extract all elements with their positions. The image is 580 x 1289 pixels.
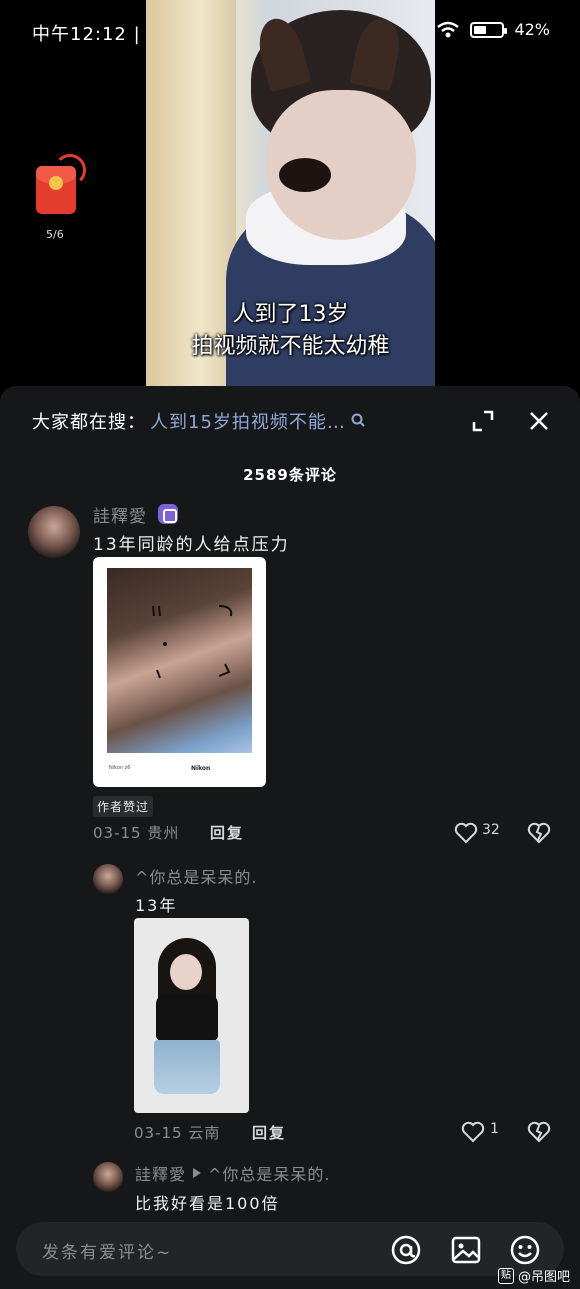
comment-image-photo: [107, 568, 252, 753]
like-icon-2[interactable]: [461, 1121, 485, 1143]
close-icon[interactable]: [528, 410, 550, 432]
reply-image-skirt: [154, 1040, 220, 1094]
reply-avatar-2[interactable]: [93, 1162, 123, 1192]
reply-image-shirt: [156, 994, 218, 1040]
avatar[interactable]: [28, 506, 80, 558]
comment-username[interactable]: 詿釋愛: [93, 502, 147, 527]
reply-header: 詿釋愛 ^你总是呆呆的.: [135, 1161, 331, 1185]
comment-input[interactable]: 发条有爱评论~: [16, 1222, 564, 1276]
red-packet-seal: [49, 176, 63, 190]
like-count-2: 1: [490, 1121, 499, 1137]
reply-arrow-icon: [193, 1168, 202, 1178]
reply-button[interactable]: 回复: [210, 822, 244, 843]
search-icon[interactable]: [350, 412, 366, 428]
photo-caption-right: Nikon: [191, 765, 211, 772]
doodle-marks: [152, 605, 233, 679]
video-caption-line2: 拍视频就不能太幼稚: [191, 334, 390, 359]
reply-avatar[interactable]: [93, 864, 123, 894]
watermark-icon: 贴: [497, 1267, 514, 1284]
red-packet-icon[interactable]: [36, 154, 86, 214]
reply-date-location: 03-15 云南: [134, 1124, 221, 1142]
search-prefix: 大家都在搜：: [32, 412, 146, 433]
reply-button-2[interactable]: 回复: [252, 1122, 286, 1143]
reply-username-2[interactable]: 詿釋愛: [135, 1161, 186, 1185]
video-caption-line1: 人到了13岁: [232, 302, 349, 327]
reply-image-face: [170, 954, 202, 990]
expand-icon[interactable]: [472, 410, 494, 432]
dislike-icon[interactable]: [527, 822, 551, 844]
watermark: 贴 @吊图吧: [497, 1266, 570, 1285]
battery-percent: 42%: [514, 20, 550, 39]
dislike-icon-2[interactable]: [527, 1121, 551, 1143]
comment-date-location: 03-15 贵州: [93, 824, 180, 842]
mention-icon[interactable]: [390, 1234, 422, 1266]
reply-text: 13年: [135, 896, 178, 915]
reply-to-username[interactable]: ^你总是呆呆的.: [208, 1161, 331, 1185]
comment-text: 13年同龄的人给点压力: [93, 535, 290, 555]
watermark-text: @吊图吧: [517, 1270, 570, 1285]
like-count: 32: [482, 822, 500, 838]
emoji-icon[interactable]: [509, 1234, 541, 1266]
comments-panel: 大家都在搜： 人到15岁拍视频不能… 2589条评论 詿釋愛 13年同龄的人给点…: [0, 386, 580, 1289]
author-liked-tag: 作者赞过: [93, 796, 154, 817]
photo-caption-left: Nikon z6: [109, 765, 131, 771]
comment-count: 2589条评论: [243, 466, 337, 484]
comment-image[interactable]: Nikon z6 Nikon: [93, 557, 266, 787]
reply-username[interactable]: ^你总是呆呆的.: [135, 864, 258, 888]
reply-text-2: 比我好看是100倍: [135, 1194, 280, 1213]
user-badge-icon: [158, 504, 178, 524]
red-packet-progress: 5/6: [46, 228, 64, 241]
image-icon[interactable]: [450, 1234, 482, 1266]
reply-image[interactable]: [134, 918, 249, 1113]
battery-icon: [470, 21, 508, 38]
dog-nose: [279, 158, 331, 192]
video-player[interactable]: 人到了13岁 拍视频就不能太幼稚: [146, 0, 435, 388]
search-suggestion[interactable]: 大家都在搜： 人到15岁拍视频不能…: [32, 408, 366, 434]
like-icon[interactable]: [454, 822, 478, 844]
wifi-icon-2: [437, 21, 460, 37]
comment-input-placeholder: 发条有爱评论~: [42, 1243, 173, 1263]
search-query-link[interactable]: 人到15岁拍视频不能…: [150, 408, 346, 434]
